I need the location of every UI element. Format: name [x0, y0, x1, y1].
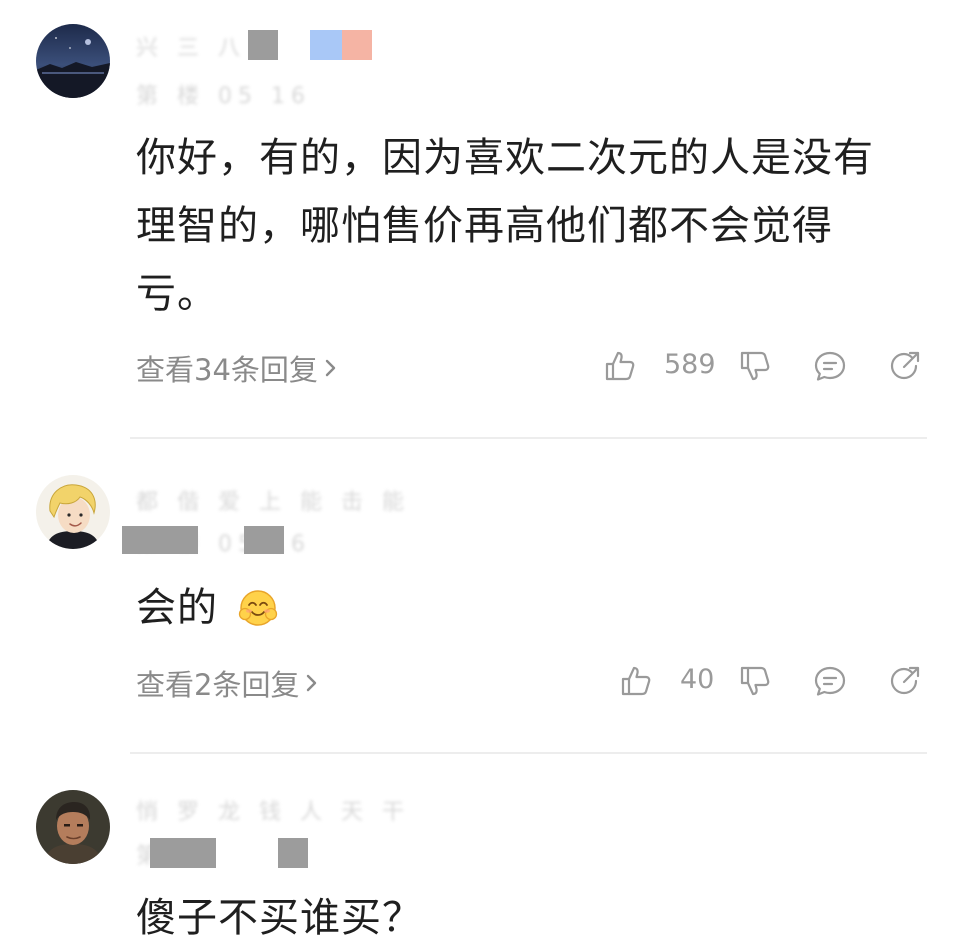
- thumbs-up-icon: [621, 666, 651, 696]
- mosaic-block: [244, 526, 284, 554]
- blurred-username: 兴 三 八: [136, 36, 246, 61]
- share-icon: [890, 351, 920, 380]
- user-avatar[interactable]: [36, 475, 110, 549]
- share-button[interactable]: [888, 349, 922, 383]
- night-scene-avatar-icon: [36, 24, 110, 98]
- blurred-username: 悄 罗 龙 钱 人 天 干: [136, 800, 410, 825]
- username-redacted: 都 偕 爱 上 能 击 能: [136, 484, 404, 515]
- view-replies-link[interactable]: 查看2条回复: [136, 662, 319, 704]
- user-avatar[interactable]: [36, 790, 110, 864]
- comment-actions: 查看34条回复 589: [0, 345, 953, 389]
- comment-text: 傻子不买谁买？: [136, 884, 926, 952]
- chevron-right-icon: [307, 674, 317, 692]
- comment-item: 都 偕 爱 上 能 击 能 第 楼 05 16 会的 查看2条回复 40: [0, 440, 953, 760]
- comment-divider: [130, 752, 927, 754]
- comment-meta-redacted: 第 楼: [136, 838, 326, 869]
- like-count: 40: [680, 664, 715, 695]
- comment-item: 悄 罗 龙 钱 人 天 干 第 楼 傻子不买谁买？: [0, 760, 953, 941]
- user-avatar[interactable]: [36, 24, 110, 98]
- dislike-button[interactable]: [738, 664, 772, 698]
- view-replies-label: 查看34条回复: [136, 353, 318, 387]
- reply-button[interactable]: [813, 349, 847, 383]
- comment-text: 会的: [136, 574, 926, 642]
- blonde-character-avatar-icon: [36, 475, 110, 549]
- blurred-username: 都 偕 爱 上 能 击 能: [136, 490, 410, 515]
- man-portrait-avatar-icon: [36, 790, 110, 864]
- chevron-right-icon: [325, 359, 336, 377]
- thumbs-down-icon: [740, 666, 770, 696]
- view-replies-label: 查看2条回复: [136, 668, 300, 702]
- mosaic-block: [122, 526, 198, 554]
- mosaic-block-blue: [310, 30, 343, 60]
- reply-button[interactable]: [813, 664, 847, 698]
- mosaic-block: [150, 838, 216, 868]
- mosaic-block: [278, 838, 308, 868]
- like-button[interactable]: [603, 349, 637, 383]
- comment-bubble-icon: [814, 351, 846, 381]
- smiling-face-emoji-icon: [238, 590, 277, 626]
- username-redacted: 悄 罗 龙 钱 人 天 干: [136, 794, 404, 825]
- comment-text-line: 你好，有的，因为喜欢二次元的人是没有: [136, 135, 874, 181]
- comment-text-line: 会的: [136, 585, 218, 631]
- comment-text: 你好，有的，因为喜欢二次元的人是没有 理智的，哪怕售价再高他们都不会觉得 亏。: [136, 124, 926, 328]
- view-replies-link[interactable]: 查看34条回复: [136, 347, 338, 389]
- comment-actions: 查看2条回复 40: [0, 660, 953, 704]
- mosaic-block-pink: [342, 30, 372, 60]
- comment-meta-redacted: 第 楼 05 16: [136, 78, 326, 109]
- thumbs-down-icon: [740, 351, 770, 381]
- share-button[interactable]: [888, 664, 922, 698]
- comment-text-line: 亏。: [136, 271, 218, 317]
- comment-meta-redacted: 第 楼 05 16: [122, 526, 326, 557]
- comment-bubble-icon: [814, 666, 846, 696]
- comment-item: 兴 三 八 第 楼 05 16 你好，有的，因为喜欢二次元的人是没有 理智的，哪…: [0, 0, 953, 439]
- blurred-meta: 第 楼 05 16: [136, 84, 311, 109]
- comment-text-line: 傻子不买谁买？: [136, 895, 423, 941]
- mosaic-block: [248, 30, 278, 60]
- thumbs-up-icon: [605, 351, 635, 381]
- comment-text-line: 理智的，哪怕售价再高他们都不会觉得: [136, 203, 833, 249]
- comment-divider: [130, 437, 927, 439]
- like-count: 589: [664, 349, 716, 380]
- username-redacted: 兴 三 八: [136, 30, 386, 61]
- dislike-button[interactable]: [738, 349, 772, 383]
- like-button[interactable]: [619, 664, 653, 698]
- share-icon: [890, 666, 920, 695]
